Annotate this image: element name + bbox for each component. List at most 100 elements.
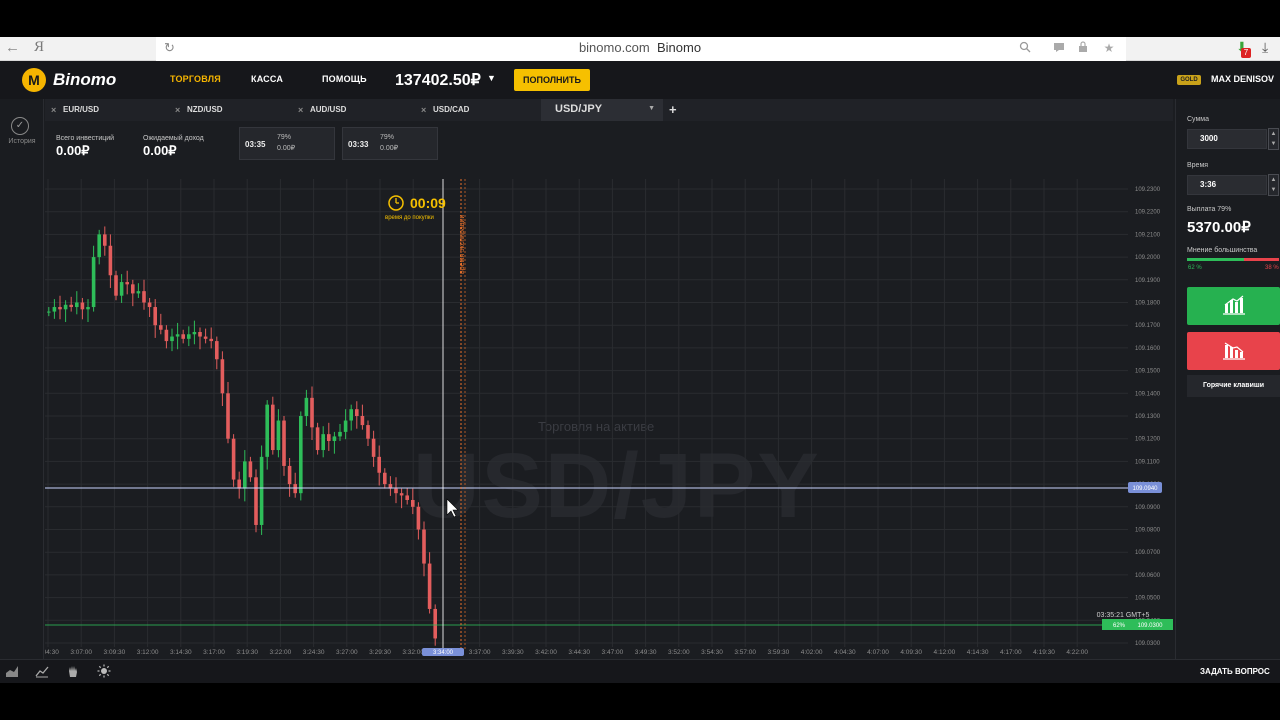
y-tick-label: 109.1900 xyxy=(1135,278,1161,284)
chart-canvas[interactable]: 109.2300 109.2200 109.2100 109.2000 109.1900… xyxy=(45,179,1173,657)
tab-eurusd[interactable]: × EUR/USD xyxy=(45,99,167,121)
candle-body xyxy=(343,420,348,432)
y-tick-label: 109.1600 xyxy=(1135,346,1161,352)
decrement-icon[interactable]: ▼ xyxy=(1269,139,1278,149)
deal-card[interactable]: 03:33 79% 0.00₽ xyxy=(342,127,438,160)
download-icon[interactable]: ⤓ xyxy=(1262,39,1268,56)
close-icon[interactable]: × xyxy=(175,105,180,115)
downloads-indicator[interactable]: ⬇ 7 xyxy=(1232,39,1251,58)
amount-stepper[interactable]: ▲ ▼ xyxy=(1268,128,1279,150)
ask-question-button[interactable]: ЗАДАТЬ ВОПРОС xyxy=(1200,667,1270,676)
x-tick-label: 3:17:00 xyxy=(203,649,225,656)
payout-label: Выплата 79% xyxy=(1187,206,1232,213)
x-tick-label: 3:49:30 xyxy=(635,649,657,656)
tab-usdcad[interactable]: × USD/CAD xyxy=(415,99,537,121)
binomo-app: M Binomo ТОРГОВЛЯ КАССА ПОМОЩЬ 137402.50… xyxy=(0,61,1280,686)
candle-body xyxy=(220,359,225,394)
chart-up-icon xyxy=(1223,295,1245,315)
star-icon[interactable]: ★ xyxy=(1102,41,1116,55)
increment-icon[interactable]: ▲ xyxy=(1269,129,1278,139)
search-icon[interactable] xyxy=(1018,41,1032,55)
time-stepper[interactable]: ▲ ▼ xyxy=(1268,174,1279,196)
chart-type-icon[interactable] xyxy=(4,664,20,680)
candle-body xyxy=(231,438,236,480)
lock-icon[interactable] xyxy=(1076,41,1090,55)
x-tick-label: 3:12:00 xyxy=(137,649,159,656)
history-check-icon[interactable]: ✓ xyxy=(11,117,29,135)
increment-icon[interactable]: ▲ xyxy=(1269,175,1278,185)
close-icon[interactable]: × xyxy=(51,105,56,115)
nav-help[interactable]: ПОМОЩЬ xyxy=(322,74,367,84)
y-tick-label: 109.2200 xyxy=(1135,210,1161,216)
nav-trading[interactable]: ТОРГОВЛЯ xyxy=(170,74,221,84)
browser-toolbar: ← Я ↻ binomo.com Binomo ★ ⬇ 7 ⤓ xyxy=(0,37,1280,61)
decrement-icon[interactable]: ▼ xyxy=(1269,185,1278,195)
call-up-button[interactable] xyxy=(1187,287,1280,325)
y-tick-label: 109.2300 xyxy=(1135,187,1161,193)
candle-body xyxy=(114,275,118,296)
tab-usdjpy[interactable]: USD/JPY ▼ xyxy=(541,99,663,121)
download-badge: 7 xyxy=(1241,48,1251,58)
candle-body xyxy=(271,404,275,451)
deal-card[interactable]: 03:35 79% 0.00₽ xyxy=(239,127,335,160)
tab-audusd[interactable]: × AUD/USD xyxy=(292,99,414,121)
candle-body xyxy=(327,434,331,441)
time-input[interactable]: 3:36 xyxy=(1187,175,1267,195)
candle-body xyxy=(237,479,241,489)
candle-body xyxy=(383,472,387,485)
history-label[interactable]: История xyxy=(0,138,44,145)
account-balance[interactable]: 137402.50₽ xyxy=(395,70,481,90)
indicators-icon[interactable] xyxy=(34,664,50,680)
hand-tool-icon[interactable] xyxy=(65,664,81,680)
candle-body xyxy=(405,495,409,500)
deal-amount: 0.00₽ xyxy=(380,145,399,152)
logo-text[interactable]: Binomo xyxy=(53,70,116,90)
expected-income-label: Ожидаемый доход xyxy=(143,135,204,142)
x-tick-label: 4:02:00 xyxy=(801,649,823,656)
deposit-button[interactable]: ПОПОЛНИТЬ xyxy=(514,69,590,91)
user-name[interactable]: MAX DENISOV xyxy=(1211,74,1274,84)
trade-panel: Сумма 3000 ▲ ▼ Время 3:36 ▲ ▼ Выплата 79% … xyxy=(1175,99,1280,659)
buy-timer: 00:09 xyxy=(410,195,446,211)
close-icon[interactable]: × xyxy=(298,105,303,115)
close-icon[interactable]: × xyxy=(421,105,426,115)
chart-down-icon xyxy=(1223,342,1245,360)
y-tick-label: 109.1700 xyxy=(1135,323,1161,329)
candle-body xyxy=(254,477,258,525)
x-tick-label: 3:09:30 xyxy=(104,649,126,656)
nav-cashier[interactable]: КАССА xyxy=(251,74,283,84)
chat-bubble-icon[interactable] xyxy=(1052,41,1066,55)
candle-body xyxy=(276,420,281,451)
price-chart[interactable]: Торговля на активе USD/JPY 109.2300 109.2… xyxy=(45,179,1173,657)
amount-input[interactable]: 3000 xyxy=(1187,129,1267,149)
binomo-logo-icon[interactable]: M xyxy=(22,68,46,92)
candle-body xyxy=(159,325,163,330)
x-tick-label: 4:09:30 xyxy=(900,649,922,656)
tab-nzdusd[interactable]: × NZD/USD xyxy=(169,99,291,121)
candle-body xyxy=(360,416,365,426)
put-down-button[interactable] xyxy=(1187,332,1280,370)
user-menu-chevron-icon[interactable]: ‹ xyxy=(1268,74,1271,84)
candle-body xyxy=(131,284,135,294)
candle-body xyxy=(366,425,370,439)
tab-label: USD/CAD xyxy=(433,105,470,114)
hotkeys-button[interactable]: Горячие клавиши xyxy=(1187,375,1280,397)
chevron-down-icon[interactable]: ▼ xyxy=(487,73,496,83)
x-tick-label: 4:04:30 xyxy=(834,649,856,656)
x-tick-label: 3:42:00 xyxy=(535,649,557,656)
page-title: Binomo xyxy=(656,40,702,55)
x-tick-label: 3:57:00 xyxy=(734,649,756,656)
candle-body xyxy=(377,456,381,473)
chevron-down-icon[interactable]: ▼ xyxy=(648,105,655,112)
asset-tabs: × EUR/USD × NZD/USD × AUD/USD × USD/CAD … xyxy=(45,99,1173,121)
candle-body xyxy=(243,461,247,489)
candle-body xyxy=(187,334,191,339)
candle-body xyxy=(47,311,51,313)
expiry-label: время экспирации xyxy=(459,214,466,274)
expected-income-value: 0.00₽ xyxy=(143,143,177,158)
candle-body xyxy=(203,336,208,339)
x-tick-label: 4:12:00 xyxy=(934,649,956,656)
add-tab-icon[interactable]: + xyxy=(669,102,677,117)
brightness-icon[interactable] xyxy=(96,664,112,680)
opinion-down-percent: 38 % xyxy=(1265,265,1279,271)
